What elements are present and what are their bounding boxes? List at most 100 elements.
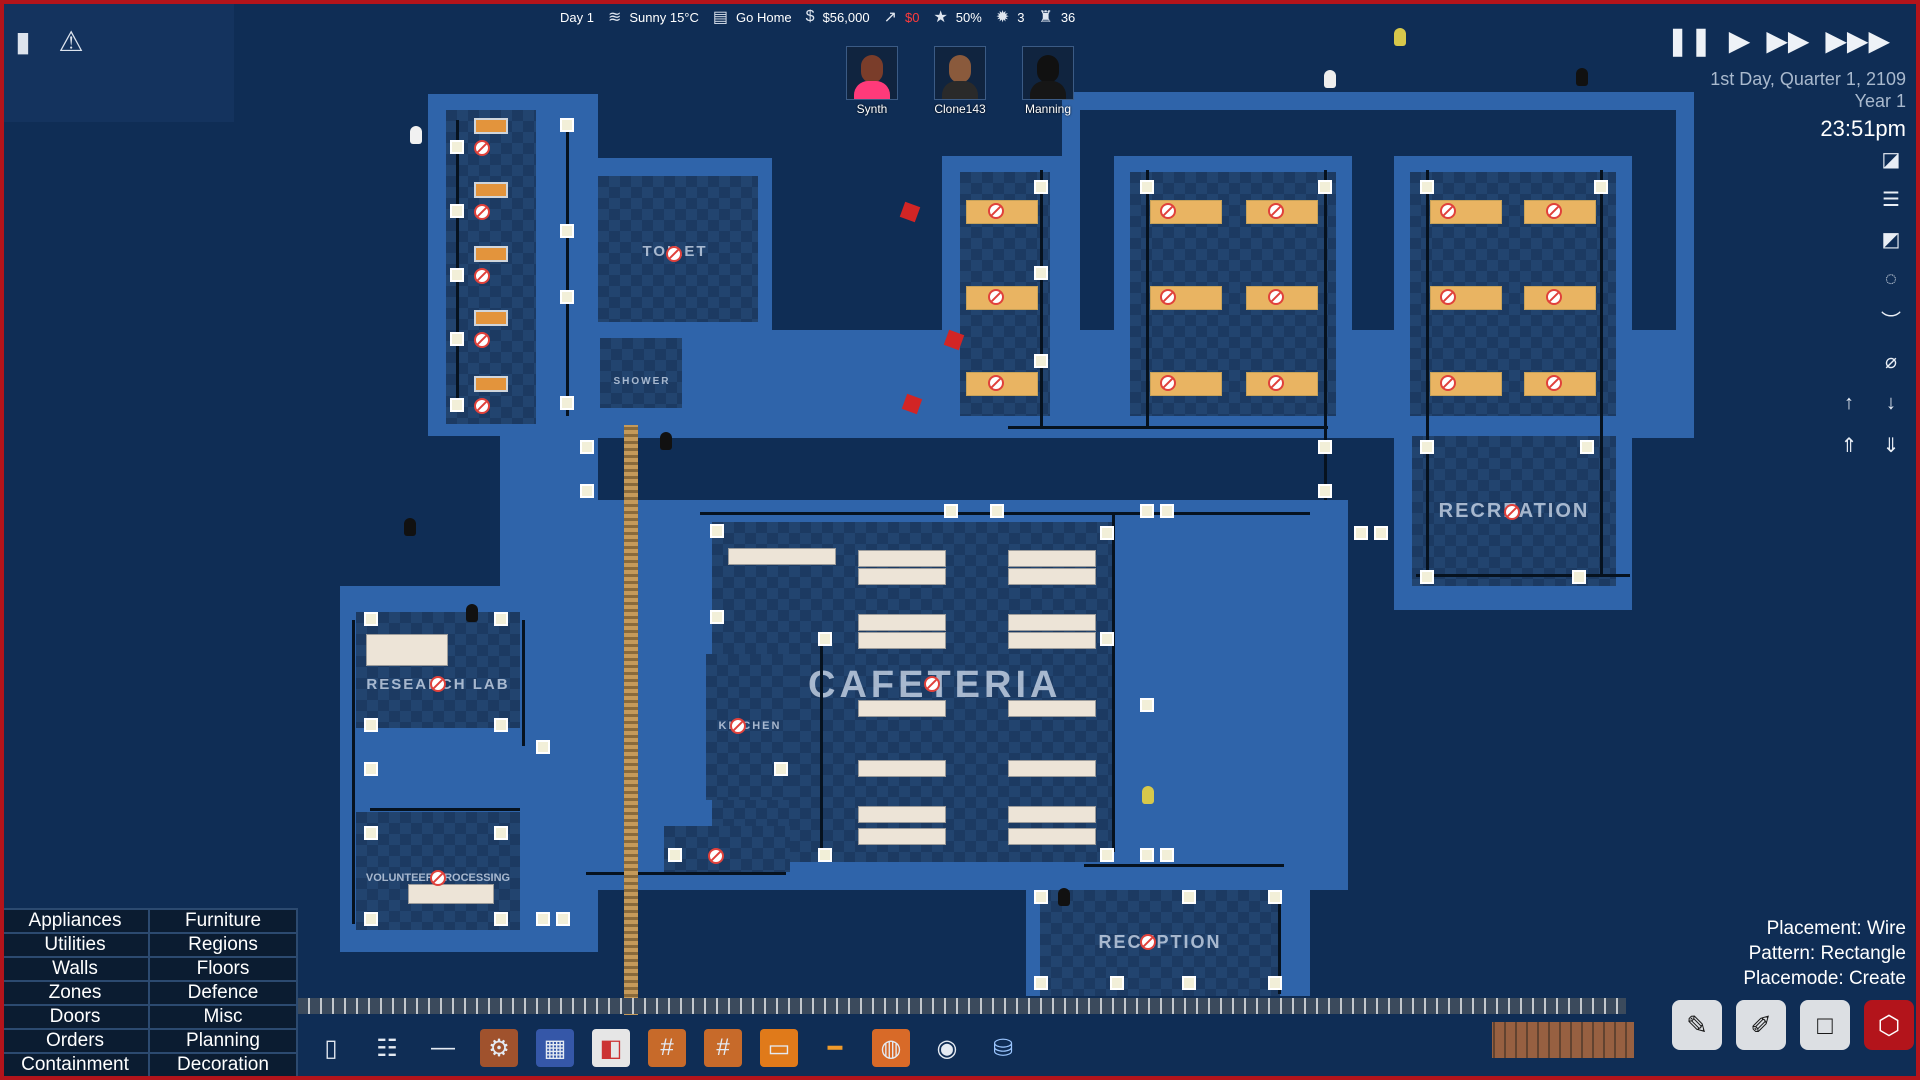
camera-icon[interactable]: ◉ — [928, 1029, 966, 1067]
menu-misc[interactable]: Misc — [149, 1005, 297, 1029]
door[interactable] — [1182, 976, 1196, 990]
rectangle-icon[interactable]: □ — [1800, 1000, 1850, 1050]
menu-decoration[interactable]: Decoration — [149, 1053, 297, 1077]
door[interactable] — [1140, 180, 1154, 194]
door[interactable] — [1572, 570, 1586, 584]
processing-desk[interactable] — [408, 884, 494, 904]
prisoner[interactable] — [410, 126, 422, 144]
door[interactable] — [450, 268, 464, 282]
door[interactable] — [1580, 440, 1594, 454]
door[interactable] — [1100, 848, 1114, 862]
menu-containment[interactable]: Containment — [1, 1053, 149, 1077]
door[interactable] — [580, 484, 594, 498]
staff-member[interactable] — [1394, 28, 1406, 46]
door[interactable] — [494, 612, 508, 626]
wire-icon[interactable]: — — [424, 1029, 462, 1067]
fast-forward-icon[interactable]: ▶▶ — [1766, 24, 1809, 57]
cafeteria-table[interactable] — [858, 614, 946, 631]
cafeteria-table[interactable] — [1008, 700, 1096, 717]
door[interactable] — [1100, 632, 1114, 646]
cafeteria-table[interactable] — [858, 828, 946, 845]
door[interactable] — [364, 912, 378, 926]
money-indicator[interactable]: $ $56,000 — [806, 8, 870, 26]
staff-member[interactable] — [1142, 786, 1154, 804]
door[interactable] — [710, 524, 724, 538]
cafeteria-table[interactable] — [1008, 760, 1096, 777]
eraser-icon[interactable]: ⌀ — [1876, 348, 1906, 374]
menu-walls[interactable]: Walls — [1, 957, 149, 981]
door[interactable] — [1110, 976, 1124, 990]
door[interactable] — [1034, 266, 1048, 280]
conveyor-belt[interactable] — [624, 425, 638, 1015]
menu-regions[interactable]: Regions — [149, 933, 297, 957]
door[interactable] — [494, 912, 508, 926]
bed[interactable] — [474, 118, 508, 134]
staff-member[interactable] — [1324, 70, 1336, 88]
staff-portrait-clone143[interactable]: Clone143 — [932, 46, 988, 116]
cafeteria-table[interactable] — [1008, 806, 1096, 823]
door[interactable] — [1182, 890, 1196, 904]
pipe-icon[interactable]: ━ — [816, 1029, 854, 1067]
arrow-up-icon[interactable]: ↑ — [1834, 390, 1864, 416]
door[interactable] — [536, 740, 550, 754]
arrow-down-icon[interactable]: ↓ — [1876, 390, 1906, 416]
cafeteria-table[interactable] — [858, 760, 946, 777]
visibility-icon[interactable]: ◌ — [1876, 266, 1906, 292]
door[interactable] — [1140, 698, 1154, 712]
door[interactable] — [1318, 484, 1332, 498]
door[interactable] — [1594, 180, 1608, 194]
menu-doors[interactable]: Doors — [1, 1005, 149, 1029]
solar-panel-icon[interactable]: ▦ — [536, 1029, 574, 1067]
shelf-icon[interactable]: ☷ — [368, 1029, 406, 1067]
menu-defence[interactable]: Defence — [149, 981, 297, 1005]
water-cooler-icon[interactable]: ⛁ — [984, 1029, 1022, 1067]
door[interactable] — [1318, 180, 1332, 194]
fastest-forward-icon[interactable]: ▶▶▶ — [1825, 24, 1890, 57]
door[interactable] — [1420, 180, 1434, 194]
door[interactable] — [450, 332, 464, 346]
play-icon[interactable]: ▶ — [1729, 24, 1751, 57]
cafeteria-table[interactable] — [1008, 568, 1096, 585]
cafeteria-table[interactable] — [858, 568, 946, 585]
generator-icon[interactable]: ⚙ — [480, 1029, 518, 1067]
hide-icon[interactable]: ︶ — [1876, 306, 1906, 333]
pause-icon[interactable]: ❚❚ — [1666, 24, 1713, 57]
shift-indicator[interactable]: ▤ Go Home — [713, 7, 792, 27]
door[interactable] — [1140, 504, 1154, 518]
door[interactable] — [580, 440, 594, 454]
layer-up-icon[interactable]: ◪ — [1876, 146, 1906, 172]
door[interactable] — [560, 224, 574, 238]
door[interactable] — [1160, 504, 1174, 518]
staff-portrait-synth[interactable]: Synth — [844, 46, 900, 116]
menu-furniture[interactable]: Furniture — [149, 909, 297, 933]
door[interactable] — [494, 826, 508, 840]
cafeteria-table[interactable] — [858, 806, 946, 823]
door[interactable] — [1374, 526, 1388, 540]
cafeteria-table[interactable] — [858, 632, 946, 649]
water-tank-icon[interactable]: ◧ — [592, 1029, 630, 1067]
door[interactable] — [1034, 180, 1048, 194]
journal-icon[interactable]: ▮ — [8, 24, 38, 58]
door[interactable] — [1354, 526, 1368, 540]
door[interactable] — [1100, 526, 1114, 540]
door[interactable] — [494, 718, 508, 732]
layers-icon[interactable]: ☰ — [1876, 186, 1906, 212]
population-indicator[interactable]: ♜ 36 — [1038, 7, 1075, 27]
heater-icon[interactable]: ▭ — [760, 1029, 798, 1067]
door[interactable] — [1034, 354, 1048, 368]
door[interactable] — [1034, 890, 1048, 904]
vent-icon[interactable]: # — [704, 1029, 742, 1067]
grate-icon[interactable]: # — [648, 1029, 686, 1067]
floor-down-icon[interactable]: ⇓ — [1876, 432, 1906, 458]
bed[interactable] — [474, 182, 508, 198]
staff-member[interactable] — [466, 604, 478, 622]
menu-appliances[interactable]: Appliances — [1, 909, 149, 933]
fan-icon[interactable]: ◍ — [872, 1029, 910, 1067]
door[interactable] — [1318, 440, 1332, 454]
door[interactable] — [944, 504, 958, 518]
weather-indicator[interactable]: ≋ Sunny 15°C — [608, 7, 699, 27]
eyedropper-icon[interactable]: ✐ — [1736, 1000, 1786, 1050]
door[interactable] — [450, 204, 464, 218]
menu-floors[interactable]: Floors — [149, 957, 297, 981]
door[interactable] — [1420, 440, 1434, 454]
